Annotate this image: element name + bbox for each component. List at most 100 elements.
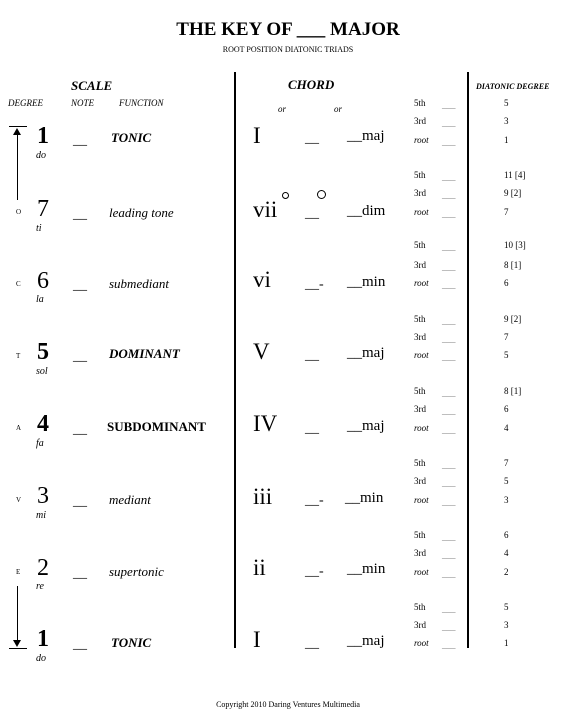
solfege-re: re <box>36 581 44 592</box>
header-scale: SCALE <box>71 78 113 93</box>
chord-quality: __min <box>345 490 384 506</box>
solfege-la: la <box>36 294 44 305</box>
note-blank: __ <box>73 637 87 652</box>
diatonic-value: 7 <box>504 332 509 342</box>
chord-blank: __ <box>305 131 319 146</box>
tone-blank: ___ <box>442 460 456 470</box>
bottom-degree-rule <box>9 648 27 649</box>
chord-blank: __ <box>305 206 319 221</box>
tone-blank: ___ <box>442 242 456 252</box>
tone-label-3rd: 3rd <box>414 476 426 486</box>
chord-blank: __ <box>305 348 319 363</box>
tone-blank: ___ <box>442 604 456 614</box>
header-or-1: or <box>278 104 287 114</box>
chord-quality: __maj <box>347 418 385 434</box>
chord-roman-I-top: I <box>253 123 261 148</box>
note-blank: __ <box>73 566 87 581</box>
tone-blank: ___ <box>442 406 456 416</box>
diatonic-value: 5 <box>504 476 509 486</box>
function-mediant: mediant <box>109 492 151 507</box>
tone-blank: ___ <box>442 209 456 219</box>
chord-roman-V: V <box>253 339 270 364</box>
tone-label-3rd: 3rd <box>414 188 426 198</box>
tone-blank: ___ <box>442 352 456 362</box>
tone-blank: ___ <box>442 569 456 579</box>
note-blank: __ <box>73 278 87 293</box>
tone-blank: ___ <box>442 550 456 560</box>
chord-quality: __maj <box>347 633 385 649</box>
tone-label-root: root <box>414 207 429 217</box>
tone-label-root: root <box>414 350 429 360</box>
diatonic-value: 10 [3] <box>504 240 526 250</box>
tone-label-5th: 5th <box>414 602 426 612</box>
note-blank: __ <box>73 207 87 222</box>
chord-roman-iii: iii <box>253 484 273 509</box>
tone-label-3rd: 3rd <box>414 332 426 342</box>
chord-blank: __ <box>305 421 319 436</box>
solfege-do-top: do <box>36 150 46 161</box>
tone-label-3rd: 3rd <box>414 260 426 270</box>
tone-label-3rd: 3rd <box>414 548 426 558</box>
note-blank: __ <box>73 422 87 437</box>
chord-roman-vi: vi <box>253 267 271 292</box>
diatonic-value: 11 [4] <box>504 170 526 180</box>
page-title: THE KEY OF ___ MAJOR <box>176 19 400 40</box>
tone-blank: ___ <box>442 172 456 182</box>
diatonic-value: 6 <box>504 404 509 414</box>
diatonic-value: 4 <box>504 548 509 558</box>
tone-label-root: root <box>414 495 429 505</box>
diatonic-value: 1 <box>504 638 509 648</box>
solfege-fa: fa <box>36 438 44 449</box>
diatonic-value: 9 [2] <box>504 188 522 198</box>
arrow-up-head <box>13 128 21 135</box>
arrow-up-line <box>17 132 18 200</box>
tone-label-5th: 5th <box>414 458 426 468</box>
side-letter-t: T <box>16 352 21 360</box>
divider-left <box>234 72 236 648</box>
tone-label-5th: 5th <box>414 314 426 324</box>
tone-label-root: root <box>414 423 429 433</box>
diatonic-value: 5 <box>504 602 509 612</box>
chord-quality: __min <box>347 274 386 290</box>
side-letter-a: A <box>16 424 22 432</box>
header-note: NOTE <box>71 98 95 108</box>
header-degree: DEGREE <box>8 98 43 108</box>
scale-degree-2: 2 <box>37 555 49 581</box>
chord-blank-dash: __- <box>305 564 324 579</box>
function-dominant: DOMINANT <box>109 346 180 361</box>
side-letter-o: O <box>16 208 22 216</box>
side-letter-v: V <box>16 496 22 504</box>
scale-degree-4: 4 <box>37 411 49 437</box>
chord-quality: __maj <box>347 128 385 144</box>
side-letter-e: E <box>16 568 21 576</box>
function-tonic-bottom: TONIC <box>111 635 152 650</box>
scale-degree-1-bottom: 1 <box>37 626 49 652</box>
diatonic-value: 3 <box>504 495 509 505</box>
header-function: FUNCTION <box>119 98 164 108</box>
diatonic-value: 2 <box>504 567 509 577</box>
chord-blank: __ <box>305 636 319 651</box>
diatonic-value: 7 <box>504 207 509 217</box>
arrow-down-line <box>17 586 18 642</box>
chord-roman-I-bottom: I <box>253 627 261 652</box>
chord-blank-dash: __- <box>305 277 324 292</box>
arrow-down-head <box>13 640 21 647</box>
header-chord: CHORD <box>288 77 335 92</box>
tone-blank: ___ <box>442 262 456 272</box>
header-or-2: or <box>334 104 343 114</box>
header-diatonic-degree: DIATONIC DEGREE <box>476 82 550 91</box>
tone-blank: ___ <box>442 640 456 650</box>
function-tonic-top: TONIC <box>111 130 152 145</box>
function-supertonic: supertonic <box>109 564 164 579</box>
chord-quality: __dim <box>347 203 386 219</box>
solfege-do-bottom: do <box>36 653 46 664</box>
diatonic-value: 4 <box>504 423 509 433</box>
tone-label-3rd: 3rd <box>414 116 426 126</box>
scale-degree-1-top: 1 <box>37 123 49 149</box>
tone-label-5th: 5th <box>414 240 426 250</box>
tone-label-3rd: 3rd <box>414 404 426 414</box>
tone-blank: ___ <box>442 190 456 200</box>
diatonic-value: 8 [1] <box>504 386 522 396</box>
tone-label-root: root <box>414 567 429 577</box>
diminished-circle-icon <box>317 190 326 199</box>
